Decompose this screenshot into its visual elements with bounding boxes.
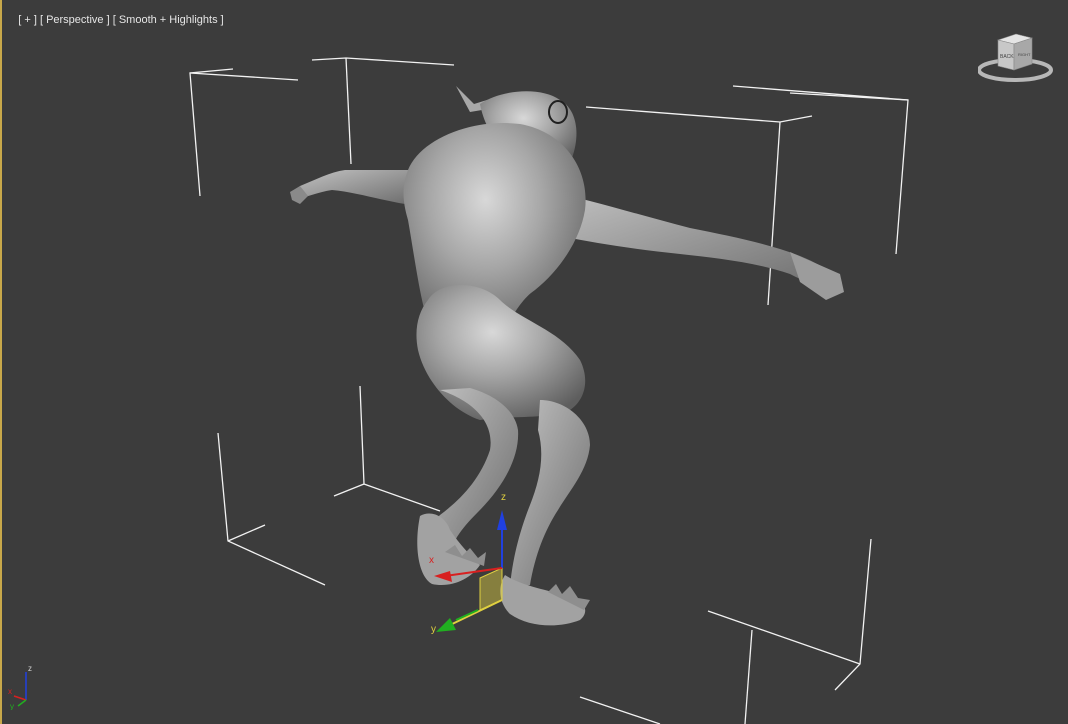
- bracket-corner: [834, 538, 872, 691]
- bracket-edge: [333, 483, 365, 497]
- tripod-y-label: y: [10, 702, 14, 710]
- bracket-corner: [732, 85, 909, 255]
- perspective-viewport[interactable]: [ + ] [ Perspective ] [ Smooth + Highlig…: [0, 0, 1068, 724]
- gizmo-y-axis-green: [455, 609, 479, 621]
- bracket-corner: [359, 385, 441, 512]
- bracket-corner: [189, 68, 234, 197]
- gizmo-z-arrow: [497, 510, 507, 530]
- creature-model[interactable]: [290, 86, 844, 626]
- gizmo-xy-plane: [479, 567, 503, 611]
- gizmo-y-axis: [447, 599, 503, 627]
- creature-hips: [416, 285, 586, 420]
- bracket-edge: [767, 121, 781, 306]
- gizmo-y-arrow: [436, 618, 456, 632]
- bracket-corner: [744, 629, 753, 724]
- bracket-edge: [345, 57, 352, 165]
- world-axis-tripod-icon: z x y: [8, 664, 32, 710]
- creature-left-arm: [292, 170, 420, 204]
- viewcube-back-label: BACK: [1000, 54, 1014, 60]
- creature-right-arm: [545, 190, 842, 292]
- tripod-z-label: z: [28, 664, 32, 673]
- gizmo-z-label: z: [501, 492, 506, 503]
- bracket-corner: [311, 57, 455, 66]
- bracket-corner: [217, 432, 326, 586]
- gizmo-x-label: x: [429, 555, 434, 566]
- viewcube-icon[interactable]: BACK RIGHT: [978, 30, 1056, 88]
- bracket-edge: [579, 696, 661, 724]
- scene-canvas[interactable]: z x y: [0, 0, 1068, 724]
- bracket-corner: [585, 106, 813, 123]
- creature-right-leg: [510, 400, 590, 588]
- tripod-x-axis: [13, 695, 27, 701]
- bracket-edge: [189, 72, 299, 81]
- bracket-edge: [227, 524, 266, 542]
- bracket-edge: [789, 92, 909, 101]
- tripod-y-axis: [17, 699, 27, 707]
- gizmo-y-label: y: [431, 624, 436, 635]
- bracket-edge: [707, 610, 861, 665]
- tripod-x-label: x: [8, 687, 12, 696]
- creature-right-hand: [790, 252, 844, 300]
- viewcube-right-label: RIGHT: [1018, 52, 1031, 57]
